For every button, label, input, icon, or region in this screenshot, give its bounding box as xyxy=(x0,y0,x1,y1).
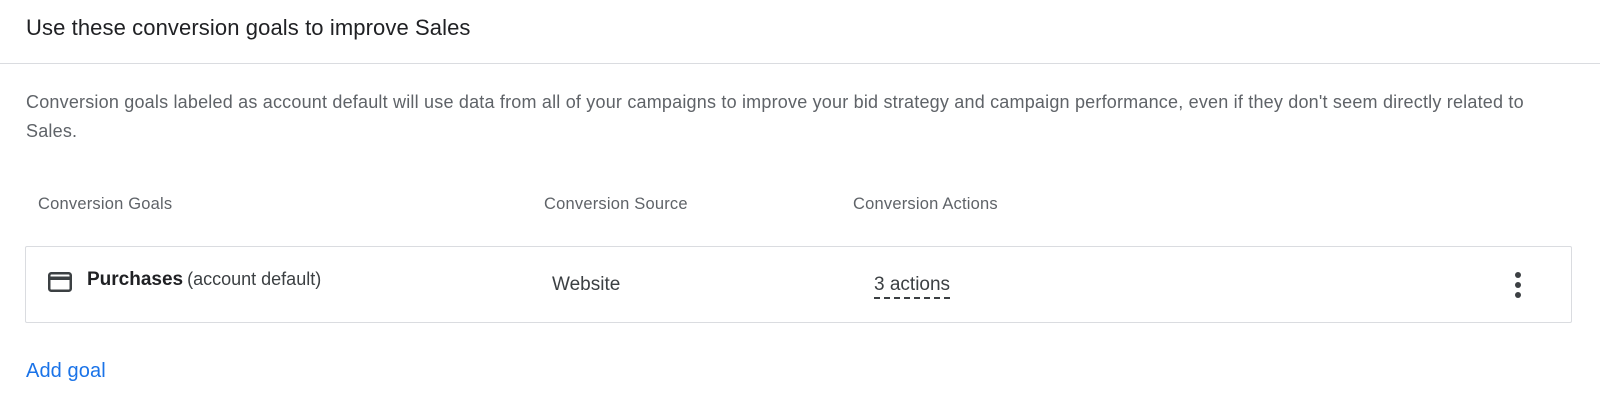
goal-source: Website xyxy=(552,274,621,295)
card-title: Use these conversion goals to improve Sa… xyxy=(26,14,471,40)
column-header-actions: Conversion Actions xyxy=(853,195,998,213)
card-header: Use these conversion goals to improve Sa… xyxy=(0,0,1600,64)
goal-name-label: Purchases xyxy=(87,269,184,290)
table-row: Purchases (account default) Website 3 act… xyxy=(25,246,1572,323)
column-header-source: Conversion Source xyxy=(544,195,688,213)
goal-name: Purchases (account default) xyxy=(87,269,321,291)
goal-default-label: (account default) xyxy=(187,269,322,289)
add-goal-link[interactable]: Add goal xyxy=(26,360,106,383)
description-text: Conversion goals labeled as account defa… xyxy=(26,92,1524,141)
more-vert-icon[interactable] xyxy=(1506,271,1530,299)
credit-card-icon xyxy=(48,272,72,292)
conversion-actions-link[interactable]: 3 actions xyxy=(874,274,951,299)
conversion-goals-card: Use these conversion goals to improve Sa… xyxy=(0,0,1600,419)
table-header: Conversion Goals Conversion Source Conve… xyxy=(0,195,1600,217)
column-header-goals: Conversion Goals xyxy=(38,195,173,213)
